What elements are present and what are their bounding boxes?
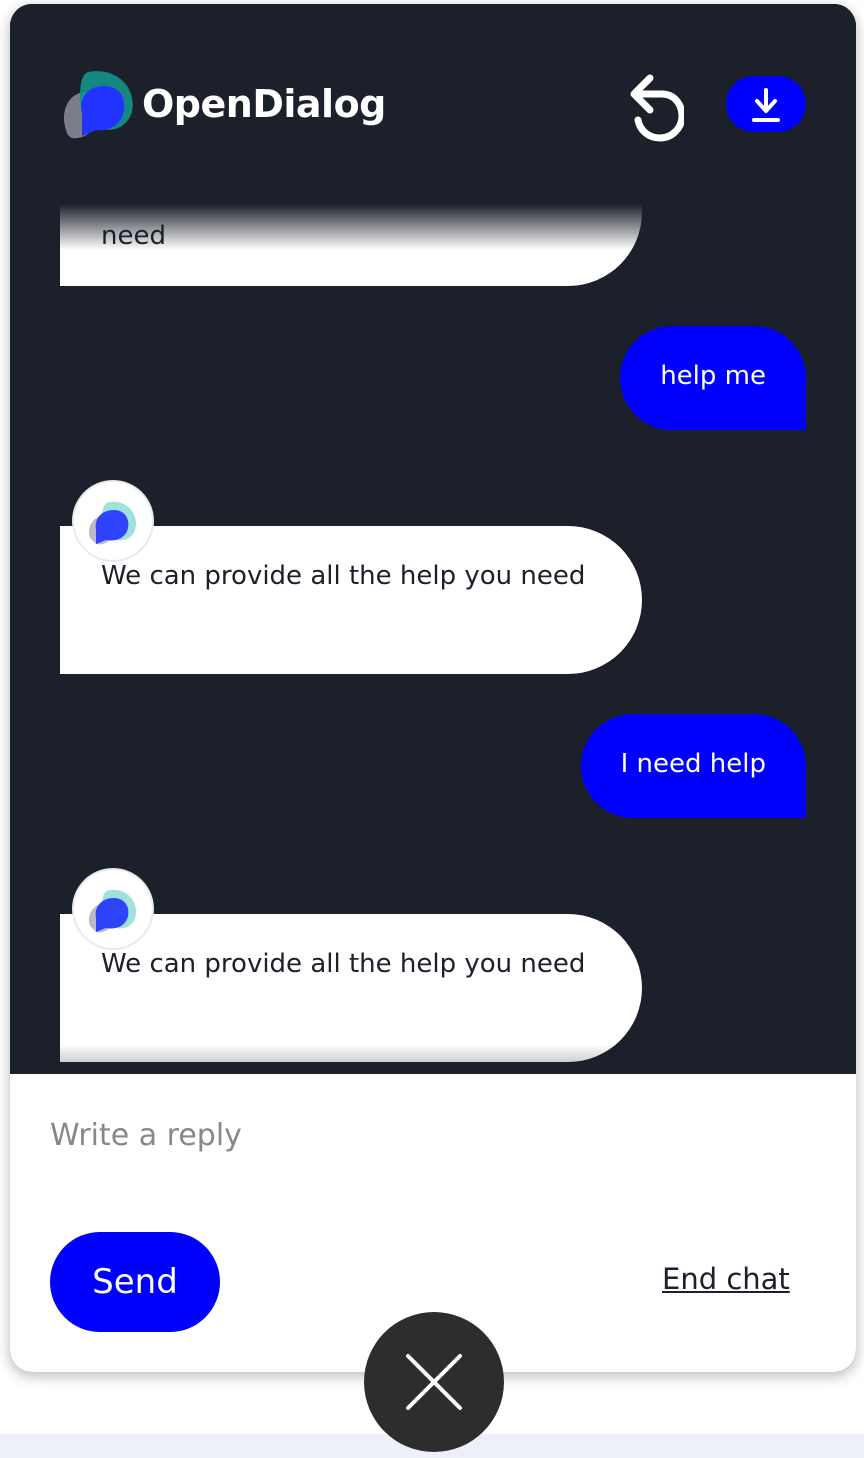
restart-icon <box>630 74 686 142</box>
bot-avatar-icon <box>88 889 136 933</box>
user-message: I need help <box>580 714 806 818</box>
restart-button[interactable] <box>620 70 686 144</box>
download-icon <box>752 88 780 122</box>
scroll-fade-bottom <box>10 1044 856 1074</box>
message-text: I need help <box>620 749 766 779</box>
download-button[interactable] <box>726 76 806 132</box>
message-text: We can provide all the help you need <box>101 949 586 979</box>
brand-name: OpenDialog <box>142 82 386 126</box>
message-text: help me <box>660 361 766 391</box>
message-list[interactable]: need help me We can provide all the help… <box>10 204 856 1074</box>
reply-input[interactable] <box>50 1110 750 1160</box>
close-icon <box>406 1354 462 1410</box>
bot-avatar-icon <box>88 501 136 545</box>
chat-widget: OpenDialog need help me We can provide a… <box>10 4 856 1372</box>
end-chat-link[interactable]: End chat <box>662 1262 790 1296</box>
bot-message: We can provide all the help you need <box>60 914 642 1062</box>
chat-header: OpenDialog <box>10 4 856 204</box>
user-message: help me <box>620 326 806 430</box>
scroll-fade-top <box>10 204 856 250</box>
bot-avatar <box>74 482 152 560</box>
close-chat-button[interactable] <box>364 1312 504 1452</box>
message-text: We can provide all the help you need <box>101 561 586 591</box>
bot-message: We can provide all the help you need <box>60 526 642 674</box>
opendialog-logo-icon <box>58 64 138 144</box>
send-button[interactable]: Send <box>50 1232 220 1332</box>
bot-avatar <box>74 870 152 948</box>
